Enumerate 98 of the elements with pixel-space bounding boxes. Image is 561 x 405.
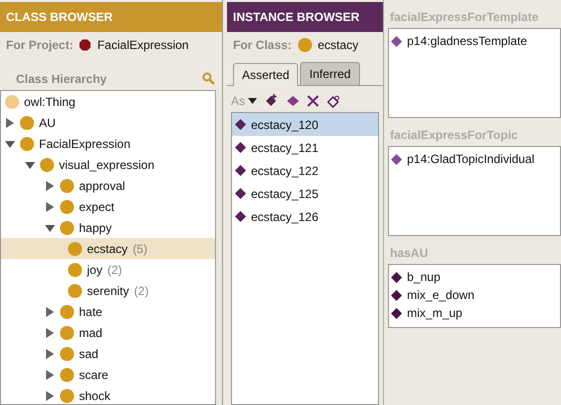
property-title: facialExpressForTemplate bbox=[389, 9, 540, 26]
section-label: Class Hierarchy bbox=[16, 72, 107, 86]
class-icon bbox=[68, 242, 82, 256]
instance-item[interactable]: ecstacy_120 bbox=[232, 113, 378, 136]
diamond-icon[interactable] bbox=[287, 96, 300, 106]
class-name: approval bbox=[79, 178, 126, 192]
panel-header: INSTANCE BROWSER bbox=[227, 2, 383, 32]
tree-node[interactable]: FacialExpression bbox=[1, 133, 215, 154]
class-icon bbox=[60, 368, 74, 382]
collapsed-arrow-icon[interactable] bbox=[45, 370, 55, 380]
tag-icon[interactable] bbox=[327, 94, 340, 108]
collapsed-arrow-icon[interactable] bbox=[45, 306, 55, 316]
caret-icon bbox=[248, 98, 258, 104]
tree-node[interactable]: ecstacy (5) bbox=[1, 238, 215, 259]
expanded-arrow-icon[interactable] bbox=[25, 160, 35, 170]
class-icon bbox=[60, 178, 74, 192]
tree-node[interactable]: joy (2) bbox=[1, 259, 215, 280]
instance-icon bbox=[235, 188, 246, 199]
class-name: mad bbox=[79, 326, 102, 340]
expanded-arrow-icon[interactable] bbox=[5, 138, 15, 148]
class-icon bbox=[60, 200, 74, 214]
class-name: owl:Thing bbox=[24, 94, 76, 108]
instance-count: (2) bbox=[134, 284, 149, 298]
class-name: ecstacy bbox=[87, 242, 128, 256]
class-icon bbox=[40, 158, 54, 172]
class-name: shock bbox=[79, 388, 110, 402]
instance-icon bbox=[235, 211, 246, 222]
instance-item[interactable]: ecstacy_126 bbox=[232, 205, 378, 228]
class-name: scare bbox=[79, 368, 108, 382]
individual-icon bbox=[391, 308, 402, 318]
individual-icon bbox=[391, 290, 402, 300]
property-title: facialExpressForTopic bbox=[389, 127, 519, 144]
class-name: visual_expression bbox=[59, 158, 154, 172]
collapsed-arrow-icon[interactable] bbox=[45, 202, 55, 212]
property-value: mix_m_up bbox=[407, 306, 462, 320]
class-label: For Class: bbox=[233, 38, 292, 52]
project-label: For Project: bbox=[6, 38, 74, 52]
expanded-arrow-icon[interactable] bbox=[45, 222, 55, 232]
instance-icon bbox=[235, 142, 246, 153]
tree-node[interactable]: approval bbox=[1, 175, 215, 196]
tree-node[interactable]: serenity (2) bbox=[1, 280, 215, 301]
instance-count: (2) bbox=[107, 262, 122, 276]
individual-icon bbox=[391, 154, 402, 164]
tab[interactable]: Asserted bbox=[233, 63, 298, 86]
delete-icon[interactable] bbox=[307, 95, 320, 107]
class-name: ecstacy bbox=[318, 38, 358, 52]
tree-node[interactable]: hate bbox=[1, 301, 215, 322]
instance-item[interactable]: ecstacy_125 bbox=[232, 182, 378, 205]
individual-icon bbox=[391, 36, 402, 46]
tree-node[interactable]: visual_expression bbox=[1, 154, 215, 175]
class-name: sad bbox=[79, 346, 98, 360]
collapsed-arrow-icon[interactable] bbox=[45, 348, 55, 358]
property-value: b_nup bbox=[407, 270, 440, 284]
class-icon bbox=[20, 136, 34, 150]
property-value: p14:gladnessTemplate bbox=[407, 34, 528, 48]
tree-node[interactable]: AU bbox=[1, 112, 215, 133]
class-name: FacialExpression bbox=[39, 136, 130, 150]
class-name: hate bbox=[79, 304, 102, 318]
instance-item[interactable]: ecstacy_121 bbox=[232, 136, 378, 159]
property-value: mix_e_down bbox=[407, 288, 474, 302]
class-icon bbox=[68, 284, 82, 298]
class-icon bbox=[60, 388, 74, 402]
tree-node[interactable]: scare bbox=[1, 364, 215, 385]
class-icon bbox=[68, 262, 82, 276]
instance-item[interactable]: ecstacy_122 bbox=[232, 159, 378, 182]
class-icon bbox=[60, 326, 74, 340]
property-value: p14:GladTopicIndividual bbox=[407, 152, 534, 166]
collapsed-arrow-icon[interactable] bbox=[45, 328, 55, 338]
add-instance-icon[interactable] bbox=[265, 94, 280, 108]
class-name: serenity bbox=[87, 284, 130, 298]
class-icon bbox=[5, 94, 19, 108]
collapsed-arrow-icon[interactable] bbox=[5, 118, 15, 128]
tab[interactable]: Inferred bbox=[300, 62, 360, 85]
class-icon bbox=[298, 38, 312, 52]
panel-header: CLASS BROWSER bbox=[0, 2, 222, 32]
class-name: happy bbox=[79, 220, 112, 234]
class-name: expect bbox=[79, 200, 114, 214]
class-icon bbox=[60, 220, 74, 234]
class-icon bbox=[20, 116, 34, 130]
tree-node[interactable]: owl:Thing bbox=[1, 91, 215, 112]
tree-node[interactable]: shock bbox=[1, 385, 215, 404]
collapsed-arrow-icon[interactable] bbox=[45, 180, 55, 190]
instance-icon bbox=[235, 165, 246, 176]
instance-count: (5) bbox=[132, 242, 148, 256]
instance-icon bbox=[235, 119, 246, 130]
project-name: FacialExpression bbox=[97, 38, 189, 52]
property-title: hasAU bbox=[389, 245, 430, 262]
tree-node[interactable]: happy bbox=[1, 217, 215, 238]
class-name: AU bbox=[39, 116, 56, 130]
tree-node[interactable]: expect bbox=[1, 196, 215, 217]
class-icon bbox=[60, 304, 74, 318]
class-name: joy bbox=[87, 262, 102, 276]
project-icon bbox=[79, 39, 92, 51]
individual-icon bbox=[391, 272, 402, 282]
tree-node[interactable]: mad bbox=[1, 322, 215, 343]
tree-node[interactable]: sad bbox=[1, 343, 215, 364]
class-icon bbox=[60, 346, 74, 360]
collapsed-arrow-icon[interactable] bbox=[45, 390, 55, 400]
